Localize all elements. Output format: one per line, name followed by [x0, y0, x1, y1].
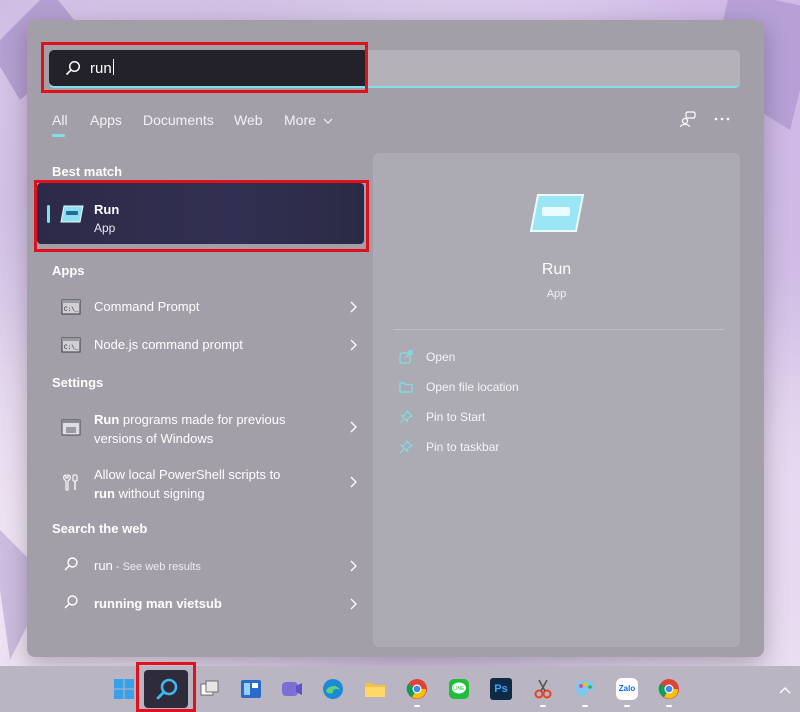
chat-icon[interactable] — [281, 678, 303, 700]
chevron-right-icon[interactable] — [348, 339, 358, 351]
preview-title: Run — [541, 261, 572, 278]
line-icon[interactable]: LINE — [448, 678, 470, 700]
task-view-icon[interactable] — [199, 678, 221, 700]
edge-icon[interactable] — [322, 678, 344, 700]
chevron-right-icon[interactable] — [348, 598, 358, 610]
account-switch-icon[interactable] — [679, 110, 697, 128]
search-icon — [64, 595, 78, 609]
more-options-icon[interactable] — [713, 110, 731, 128]
search-input[interactable]: run — [90, 59, 114, 77]
running-indicator — [414, 705, 420, 707]
tools-icon — [63, 474, 78, 491]
apps-heading: Apps — [52, 263, 85, 278]
search-bar[interactable]: run — [49, 50, 740, 88]
list-item-label: Command Prompt — [94, 299, 200, 314]
selection-indicator — [47, 205, 50, 223]
running-indicator — [540, 705, 546, 707]
svg-text:C:\_: C:\_ — [64, 344, 79, 351]
widgets-icon[interactable] — [240, 678, 262, 700]
running-indicator — [582, 705, 588, 707]
search-icon — [64, 557, 78, 571]
cmd-icon: C:\_ — [61, 299, 81, 315]
list-item-label: Node.js command prompt — [94, 337, 243, 352]
list-item-command-prompt[interactable]: C:\_ Command Prompt — [53, 296, 358, 318]
list-item-powershell-scripts[interactable]: Allow local PowerShell scripts to run wit… — [53, 463, 358, 503]
action-label: Open — [426, 350, 456, 364]
search-field-active[interactable]: run — [49, 50, 366, 86]
tab-all-indicator — [52, 134, 65, 137]
chevron-right-icon[interactable] — [348, 301, 358, 313]
chrome-icon[interactable] — [406, 678, 428, 700]
action-label: Open file location — [426, 380, 519, 394]
taskbar: LINE Ps Zalo — [0, 662, 800, 712]
preview-pane: Run App Open Open file location Pin to S… — [373, 153, 740, 647]
best-match-title: Run — [94, 202, 120, 217]
running-indicator — [666, 705, 672, 707]
svg-text:C:\_: C:\_ — [64, 306, 79, 313]
list-item-nodejs-prompt[interactable]: C:\_ Node.js command prompt — [53, 334, 358, 356]
best-match-subtitle: App — [94, 221, 116, 235]
search-icon[interactable] — [155, 677, 179, 701]
chevron-down-icon — [323, 118, 333, 124]
search-icon — [65, 60, 81, 76]
list-item-label: Allow local PowerShell scripts to run wit… — [94, 467, 281, 501]
best-match-heading: Best match — [52, 164, 123, 179]
tab-all[interactable]: All — [52, 112, 68, 128]
windows-icon[interactable] — [113, 678, 135, 700]
cmd-icon: C:\_ — [61, 337, 81, 353]
svg-text:LINE: LINE — [453, 686, 465, 692]
tab-documents[interactable]: Documents — [143, 112, 214, 128]
running-indicator — [624, 705, 630, 707]
paint-icon[interactable] — [574, 678, 596, 700]
pin-icon — [399, 410, 413, 424]
action-label: Pin to taskbar — [426, 440, 500, 454]
compat-icon — [61, 419, 81, 436]
list-item-label: Run programs made for previous versions o… — [94, 412, 286, 446]
tab-web[interactable]: Web — [234, 112, 263, 128]
pin-icon — [399, 440, 413, 454]
list-item-compat-troubleshooter[interactable]: Run programs made for previous versions o… — [53, 408, 358, 448]
list-item-web-run[interactable]: run - See web results — [53, 555, 358, 577]
chrome-icon[interactable] — [658, 678, 680, 700]
settings-heading: Settings — [52, 375, 104, 390]
list-item-web-running-man[interactable]: running man vietsub — [53, 593, 358, 615]
chevron-right-icon[interactable] — [348, 476, 358, 488]
open-icon — [399, 350, 413, 364]
chevron-right-icon[interactable] — [348, 421, 358, 433]
photoshop-icon[interactable]: Ps — [490, 678, 512, 700]
tab-apps[interactable]: Apps — [90, 112, 122, 128]
start-search-panel: run All Apps Documents Web More Best mat… — [27, 20, 764, 657]
search-web-heading: Search the web — [52, 521, 148, 536]
divider — [393, 329, 724, 330]
zalo-icon[interactable]: Zalo — [616, 678, 638, 700]
action-label: Pin to Start — [426, 410, 486, 424]
run-app-icon — [529, 194, 585, 232]
file-explorer-icon[interactable] — [364, 678, 386, 700]
run-app-icon — [60, 205, 84, 223]
preview-subtitle: App — [546, 288, 567, 300]
list-item-label: run - See web results — [94, 558, 201, 573]
chevron-up-icon[interactable] — [778, 685, 792, 695]
list-item-label: running man vietsub — [94, 596, 222, 611]
chevron-right-icon[interactable] — [348, 560, 358, 572]
folder-icon — [399, 382, 413, 393]
best-match-run[interactable]: Run App — [37, 183, 364, 244]
snipping-tool-icon[interactable] — [532, 678, 554, 700]
tab-more[interactable]: More — [284, 112, 333, 128]
